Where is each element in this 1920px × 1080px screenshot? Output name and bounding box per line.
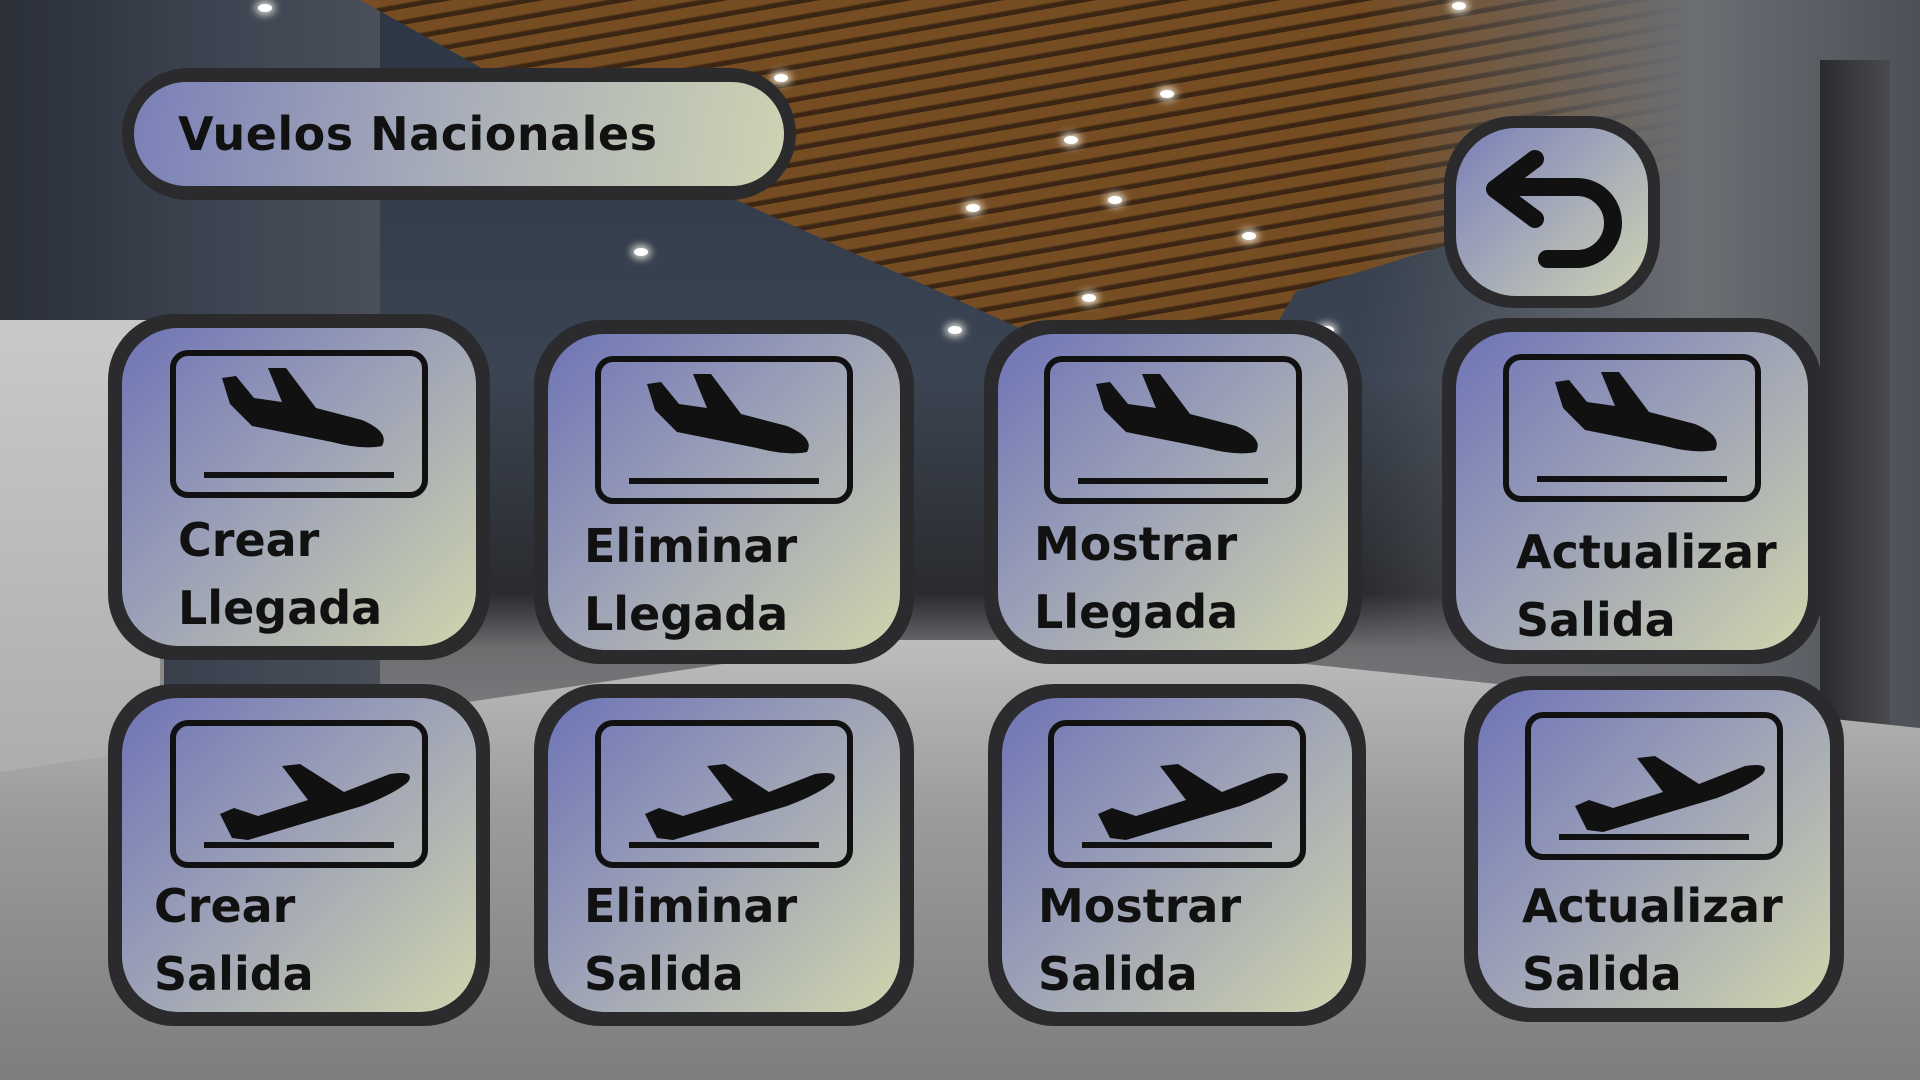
tile-label: Mostrar Salida	[1038, 872, 1241, 1008]
tile-label-line1: Crear	[178, 513, 320, 567]
tile-label: Crear Salida	[154, 872, 314, 1008]
tile-mostrar-llegada[interactable]: Mostrar Llegada	[984, 320, 1362, 664]
runway-line	[1537, 476, 1727, 482]
plane-arrival-icon	[1555, 372, 1717, 452]
plane-arrival-icon	[647, 374, 809, 454]
undo-arrow-icon	[1486, 150, 1622, 268]
ceiling-light	[1160, 90, 1174, 98]
tile-inner[interactable]: Crear Llegada	[122, 328, 476, 646]
tile-label-line1: Mostrar	[1038, 879, 1242, 933]
ceiling-light	[1064, 136, 1078, 144]
tile-label-line2: Salida	[1516, 593, 1676, 647]
ceiling-light	[1242, 232, 1256, 240]
tile-label-line1: Actualizar	[1516, 525, 1777, 579]
ceiling-light	[948, 326, 962, 334]
tile-label-line1: Actualizar	[1522, 879, 1783, 933]
icon-frame	[1048, 720, 1306, 868]
back-button-inner[interactable]	[1456, 128, 1648, 296]
plane-departure-icon	[645, 764, 835, 840]
back-button[interactable]	[1444, 116, 1660, 308]
tile-label-line1: Eliminar	[584, 879, 798, 933]
tile-mostrar-salida[interactable]: Mostrar Salida	[988, 684, 1366, 1026]
plane-arrival-icon	[222, 368, 384, 448]
icon-frame	[595, 720, 853, 868]
tile-label-line2: Llegada	[178, 581, 383, 635]
runway-line	[629, 478, 819, 484]
runway-line	[1082, 842, 1272, 848]
icon-frame	[595, 356, 853, 504]
tile-label: Crear Llegada	[178, 506, 382, 642]
tile-inner[interactable]: Actualizar Salida	[1456, 332, 1808, 650]
icon-frame	[1503, 354, 1761, 502]
runway-line	[1559, 834, 1749, 840]
tile-actualizar-salida-top[interactable]: Actualizar Salida	[1442, 318, 1822, 664]
tile-crear-llegada[interactable]: Crear Llegada	[108, 314, 490, 660]
tile-label: Actualizar Salida	[1516, 518, 1777, 654]
tile-label: Actualizar Salida	[1522, 872, 1783, 1008]
tile-label: Eliminar Llegada	[584, 512, 797, 648]
runway-line	[204, 472, 394, 478]
tile-label-line2: Salida	[1038, 947, 1198, 1001]
runway-line	[204, 842, 394, 848]
plane-departure-icon	[220, 764, 410, 840]
page-title: Vuelos Nacionales	[178, 107, 658, 161]
ceiling-light	[258, 4, 272, 12]
tile-label-line2: Llegada	[1034, 585, 1239, 639]
tile-label-line2: Salida	[154, 947, 314, 1001]
tile-label-line2: Llegada	[584, 587, 789, 641]
tile-label: Eliminar Salida	[584, 872, 797, 1008]
tile-inner[interactable]: Eliminar Llegada	[548, 334, 900, 650]
runway-line	[629, 842, 819, 848]
tile-eliminar-llegada[interactable]: Eliminar Llegada	[534, 320, 914, 664]
ceiling-light	[634, 248, 648, 256]
icon-frame	[170, 350, 428, 498]
tile-crear-salida[interactable]: Crear Salida	[108, 684, 490, 1026]
icon-frame	[1044, 356, 1302, 504]
tile-label-line2: Salida	[584, 947, 744, 1001]
runway-line	[1078, 478, 1268, 484]
page-title-pill-inner: Vuelos Nacionales	[134, 82, 784, 186]
tile-inner[interactable]: Eliminar Salida	[548, 698, 900, 1012]
plane-departure-icon	[1098, 764, 1288, 840]
icon-frame	[170, 720, 428, 868]
ceiling-light	[774, 74, 788, 82]
tile-inner[interactable]: Mostrar Salida	[1002, 698, 1352, 1012]
plane-arrival-icon	[1096, 374, 1258, 454]
tile-inner[interactable]: Mostrar Llegada	[998, 334, 1348, 650]
tile-inner[interactable]: Crear Salida	[122, 698, 476, 1012]
ceiling-light	[966, 204, 980, 212]
tile-actualizar-salida[interactable]: Actualizar Salida	[1464, 676, 1844, 1022]
tile-inner[interactable]: Actualizar Salida	[1478, 690, 1830, 1008]
plane-departure-icon	[1575, 756, 1765, 832]
tile-label: Mostrar Llegada	[1034, 510, 1238, 646]
icon-frame	[1525, 712, 1783, 860]
ceiling-light	[1452, 2, 1466, 10]
ceiling-light	[1082, 294, 1096, 302]
tile-label-line1: Crear	[154, 879, 296, 933]
ceiling-light	[1108, 196, 1122, 204]
tile-label-line1: Eliminar	[584, 519, 798, 573]
tile-eliminar-salida[interactable]: Eliminar Salida	[534, 684, 914, 1026]
tile-label-line2: Salida	[1522, 947, 1682, 1001]
page-title-pill: Vuelos Nacionales	[122, 68, 796, 200]
tile-label-line1: Mostrar	[1034, 517, 1238, 571]
